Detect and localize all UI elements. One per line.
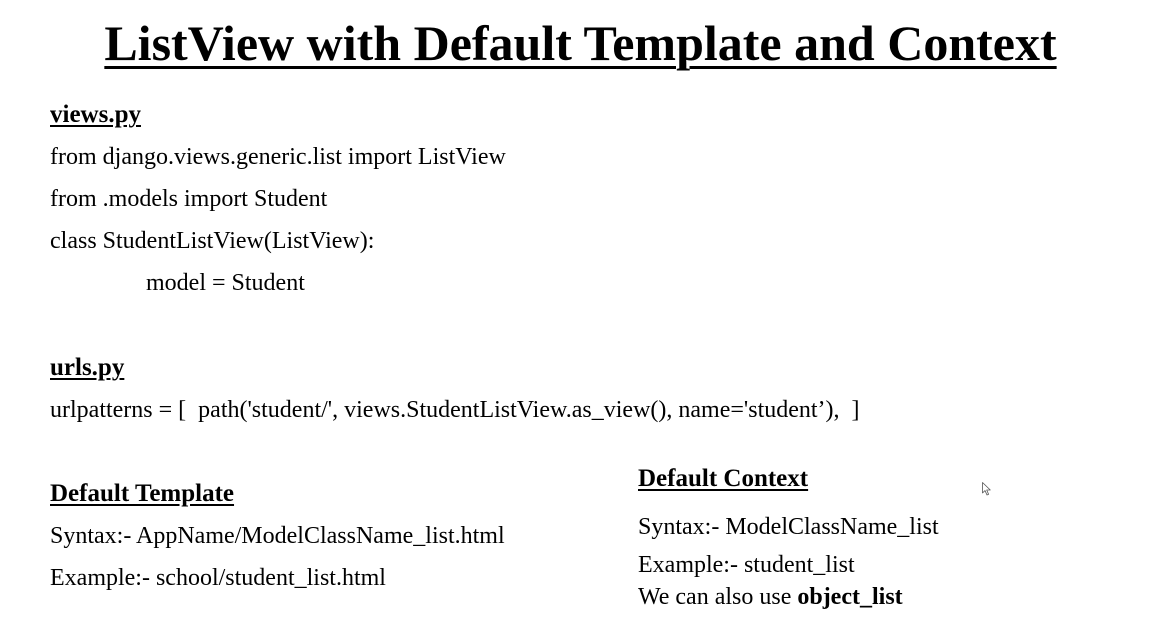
views-heading: views.py [50, 101, 141, 128]
views-code-line-2: from .models import Student [50, 186, 328, 212]
views-code-line-4: model = Student [146, 270, 305, 296]
urls-code-line: urlpatterns = [ path('student/', views.S… [50, 397, 860, 423]
default-context-example: Example:- student_list [638, 552, 855, 578]
default-context-syntax: Syntax:- ModelClassName_list [638, 514, 939, 540]
views-code-line-3: class StudentListView(ListView): [50, 228, 375, 254]
urls-heading: urls.py [50, 354, 125, 381]
default-context-also: We can also use object_list [638, 582, 903, 612]
page-title: ListView with Default Template and Conte… [104, 15, 1057, 71]
default-context-also-prefix: We can also use [638, 584, 798, 610]
slide: ListView with Default Template and Conte… [0, 0, 1161, 641]
default-context-object-list: object_list [797, 584, 903, 610]
default-template-heading: Default Template [50, 480, 235, 507]
default-context-heading: Default Context [638, 465, 809, 492]
default-template-syntax: Syntax:- AppName/ModelClassName_list.htm… [50, 523, 505, 549]
default-template-example: Example:- school/student_list.html [50, 565, 386, 591]
views-code-line-1: from django.views.generic.list import Li… [50, 144, 506, 170]
mouse-cursor-icon [982, 482, 991, 496]
